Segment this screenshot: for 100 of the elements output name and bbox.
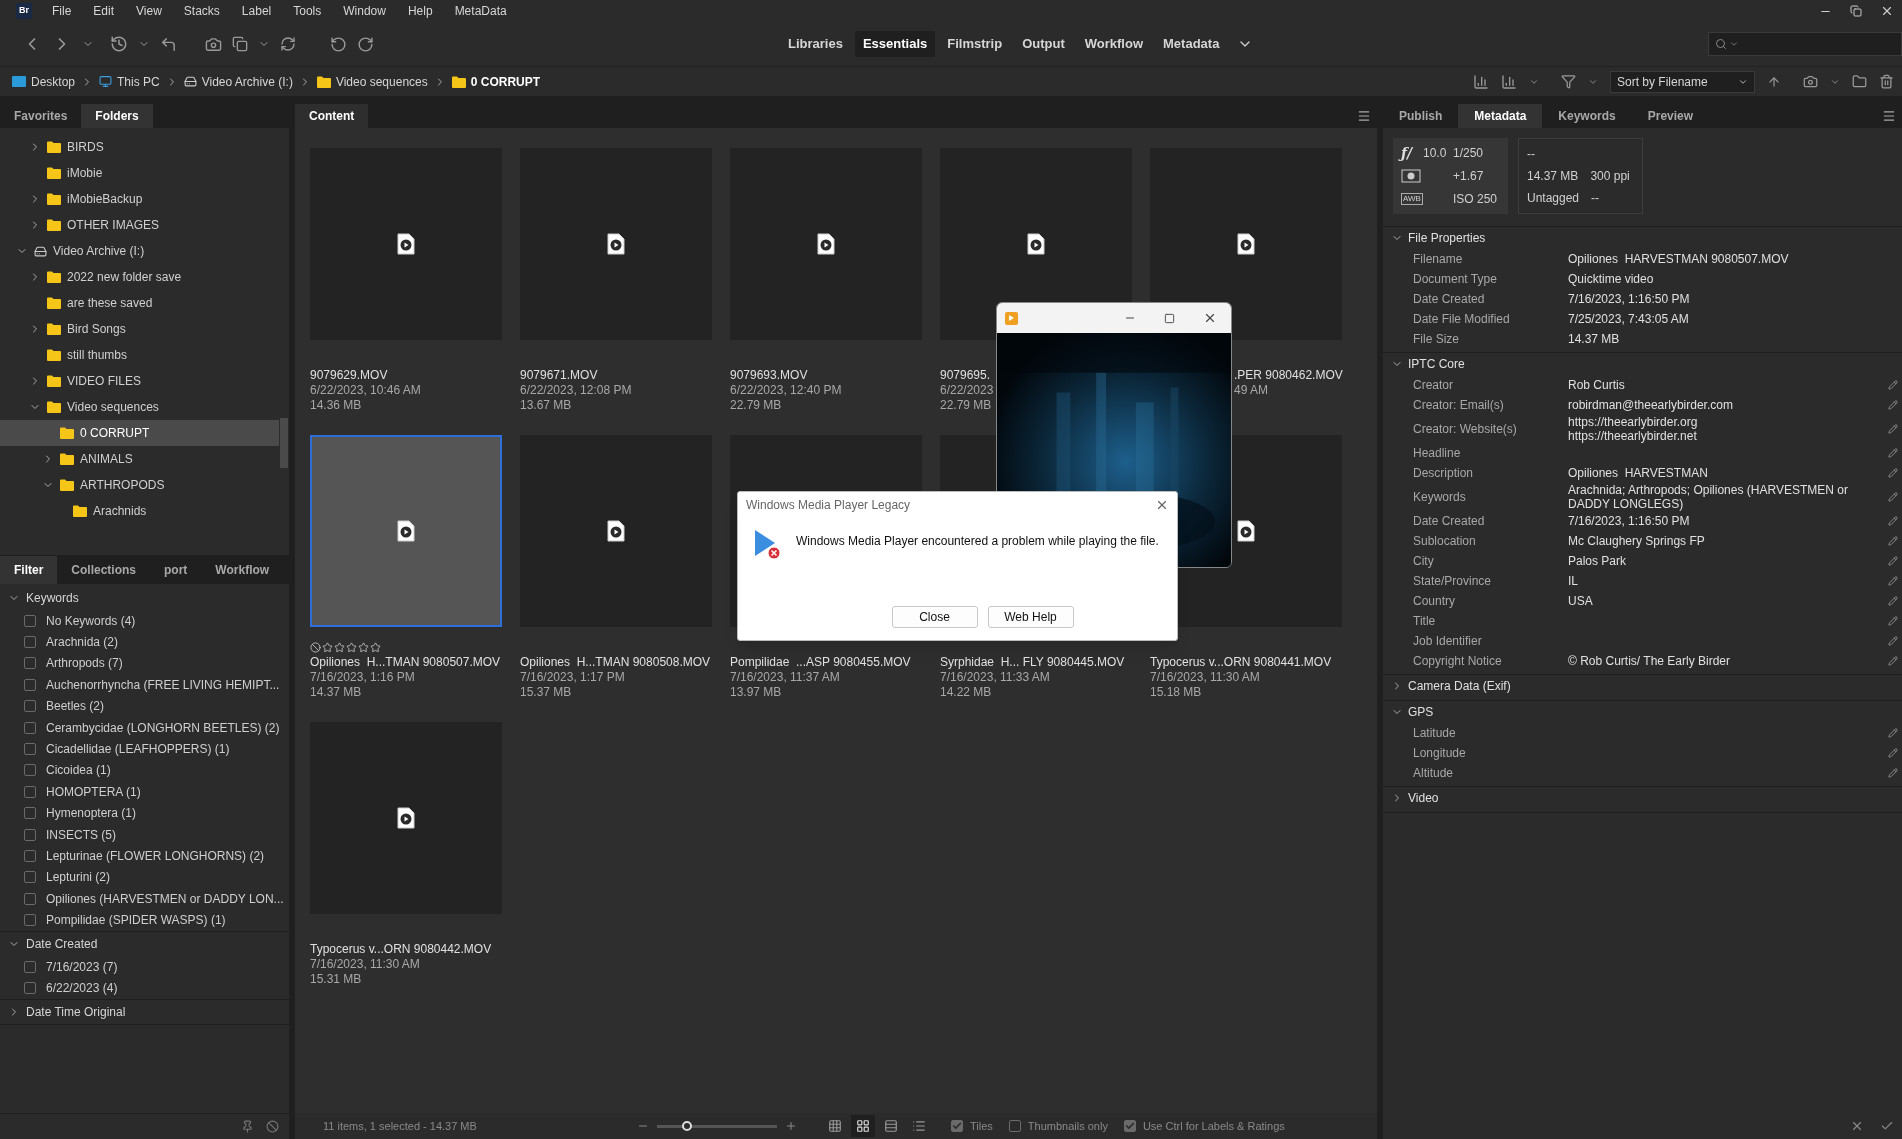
checkbox[interactable]	[24, 807, 36, 820]
edit-icon[interactable]	[1888, 516, 1898, 526]
copy-icon[interactable]	[232, 36, 248, 52]
metadata-section-header[interactable]: Camera Data (Exif)	[1383, 675, 1902, 697]
close-icon[interactable]	[1880, 4, 1894, 18]
rotate-left-icon[interactable]	[330, 35, 347, 53]
folder-tree-item[interactable]: VIDEO FILES	[0, 368, 279, 394]
panel-tab[interactable]: port	[150, 556, 202, 584]
thumbnail[interactable]	[520, 435, 712, 627]
edit-icon[interactable]	[1888, 576, 1898, 586]
edit-icon[interactable]	[1888, 380, 1898, 390]
workspace-tab[interactable]: Metadata	[1155, 31, 1228, 57]
zoom-slider[interactable]	[657, 1120, 777, 1132]
thumbnail[interactable]	[310, 148, 502, 340]
close-icon[interactable]	[1155, 498, 1169, 512]
breadcrumb-item[interactable]: Video Archive (I:)	[183, 72, 293, 91]
breadcrumb-item[interactable]: Desktop	[12, 72, 76, 91]
star-rating[interactable]	[310, 642, 381, 653]
checkbox[interactable]	[24, 914, 36, 927]
filter-item[interactable]: Beetles (2)	[0, 695, 289, 717]
filter-item[interactable]: Opiliones (HARVESTMEN or DADDY LON...	[0, 888, 289, 910]
checkbox[interactable]	[24, 850, 36, 862]
folder-tree-item[interactable]: are these saved	[0, 290, 279, 316]
filter-item[interactable]: Lepturini (2)	[0, 866, 289, 889]
checkbox[interactable]	[24, 892, 36, 905]
folder-tree-item[interactable]: Bird Songs	[0, 316, 279, 342]
filter-item[interactable]: Auchenorrhyncha (FREE LIVING HEMIPT...	[0, 674, 289, 696]
filter-item[interactable]: 6/22/2023 (4)	[0, 977, 289, 999]
filter-item[interactable]: Lepturinae (FLOWER LONGHORNS) (2)	[0, 845, 289, 867]
panel-tab[interactable]: Publish	[1383, 104, 1459, 128]
menu-item[interactable]: Stacks	[183, 2, 220, 20]
menu-item[interactable]: Tools	[293, 2, 322, 20]
folder-tree-item[interactable]: Video Archive (I:)	[0, 238, 279, 264]
checkbox[interactable]	[24, 960, 36, 973]
panel-tab[interactable]: Filter	[0, 556, 58, 584]
checkbox[interactable]	[1123, 1120, 1136, 1132]
sort-ascending-icon[interactable]	[1767, 74, 1781, 89]
panel-tab[interactable]: Content	[295, 104, 369, 128]
refresh-icon[interactable]	[280, 36, 296, 52]
edit-icon[interactable]	[1888, 768, 1898, 778]
metadata-section-header[interactable]: File Properties	[1383, 227, 1902, 249]
folder-tree-item[interactable]: Arachnids	[0, 498, 279, 524]
folder-tree-item[interactable]: ARTHROPODS	[0, 472, 279, 498]
metadata-section-header[interactable]: GPS	[1383, 701, 1902, 723]
edit-icon[interactable]	[1888, 424, 1898, 434]
filter-section-header[interactable]: Date Time Original	[0, 999, 289, 1024]
rating-filter-icon[interactable]	[1501, 73, 1517, 90]
maximize-icon[interactable]	[1164, 312, 1175, 324]
checkbox[interactable]	[24, 981, 36, 994]
search-field[interactable]	[1708, 32, 1902, 56]
checkbox[interactable]	[24, 785, 36, 798]
workspace-tab[interactable]: Filmstrip	[939, 31, 1011, 57]
edit-icon[interactable]	[1888, 492, 1898, 502]
edit-icon[interactable]	[1888, 536, 1898, 546]
edit-icon[interactable]	[1888, 728, 1898, 738]
thumbnail[interactable]	[730, 148, 922, 340]
thumbnail[interactable]	[310, 722, 502, 914]
menu-item[interactable]: Label	[241, 2, 272, 20]
history-icon[interactable]	[110, 35, 128, 53]
edit-icon[interactable]	[1888, 556, 1898, 566]
folder-tree-item[interactable]: iMobie	[0, 160, 279, 186]
rotate-right-icon[interactable]	[357, 35, 374, 53]
checkbox[interactable]	[24, 743, 36, 756]
checkbox[interactable]	[24, 700, 36, 713]
edit-icon[interactable]	[1888, 400, 1898, 410]
filter-item[interactable]: INSECTS (5)	[0, 823, 289, 846]
menu-item[interactable]: MetaData	[454, 2, 507, 20]
filter-item[interactable]: Pompilidae (SPIDER WASPS) (1)	[0, 909, 289, 931]
filter-item[interactable]: Arachnida (2)	[0, 631, 289, 653]
edit-icon[interactable]	[1888, 748, 1898, 758]
filter-item[interactable]: Arthropods (7)	[0, 652, 289, 675]
sort-dropdown[interactable]: Sort by Filename	[1610, 70, 1755, 93]
close-icon[interactable]	[1203, 311, 1217, 325]
filter-item[interactable]: Cicoidea (1)	[0, 759, 289, 782]
folder-tree-item[interactable]: BIRDS	[0, 134, 279, 160]
checkbox[interactable]	[24, 636, 36, 649]
camera-icon[interactable]	[1803, 74, 1818, 89]
apply-icon[interactable]	[1880, 1119, 1894, 1133]
zoom-in-icon[interactable]	[785, 1120, 797, 1132]
metadata-section-header[interactable]: IPTC Core	[1383, 353, 1902, 375]
panel-tab[interactable]: Preview	[1631, 104, 1710, 128]
panel-menu-icon[interactable]	[1882, 109, 1896, 123]
workspace-tab[interactable]: Workflow	[1076, 31, 1151, 57]
workspace-tab[interactable]: Libraries	[780, 31, 851, 57]
folder-tree-item[interactable]: still thumbs	[0, 342, 279, 368]
filter-item[interactable]: Hymenoptera (1)	[0, 802, 289, 824]
restore-icon[interactable]	[1850, 5, 1862, 17]
edit-icon[interactable]	[1888, 616, 1898, 626]
filter-item[interactable]: Cerambycidae (LONGHORN BEETLES) (2)	[0, 716, 289, 739]
checkbox[interactable]	[24, 828, 36, 841]
folder-tree-item[interactable]: iMobieBackup	[0, 186, 279, 212]
metadata-section-header[interactable]: Video	[1383, 787, 1902, 809]
slider-thumb[interactable]	[682, 1121, 692, 1131]
filter-item[interactable]: 7/16/2023 (7)	[0, 955, 289, 978]
filter-section-header[interactable]: Date Created	[0, 931, 289, 956]
panel-tab[interactable]: Workflow	[201, 556, 284, 584]
panel-tab[interactable]: Metadata	[1458, 104, 1543, 128]
view-mode-button[interactable]	[851, 1115, 875, 1137]
dialog-button[interactable]: Web Help	[987, 606, 1074, 628]
option-checkbox[interactable]: Thumbnails only	[1008, 1117, 1108, 1135]
